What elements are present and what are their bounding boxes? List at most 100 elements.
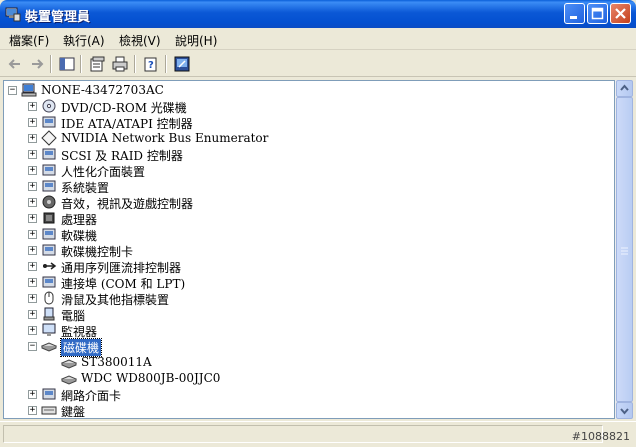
device-tree[interactable]: − NONE-43472703AC + DVD/CD-ROM 光碟機 + IDE AT… bbox=[3, 80, 615, 419]
ide-controller-icon bbox=[42, 116, 56, 128]
title-bar[interactable]: 裝置管理員 bbox=[0, 0, 636, 28]
menu-file[interactable]: 檔案(F) bbox=[9, 32, 49, 49]
tree-category[interactable]: + 音效，視訊及遊戲控制器 bbox=[4, 194, 604, 211]
tree-category[interactable]: + 人性化介面裝置 bbox=[4, 162, 604, 179]
tree-category[interactable]: + DVD/CD-ROM 光碟機 bbox=[4, 98, 604, 115]
tree-item-label: WDC WD800JB-00JJC0 bbox=[81, 371, 221, 385]
tree-root[interactable]: − NONE-43472703AC bbox=[4, 82, 604, 98]
scroll-up-icon bbox=[620, 84, 629, 91]
disk-icon bbox=[61, 359, 77, 369]
scsi-controller-icon bbox=[42, 148, 56, 160]
expand-toggle[interactable]: + bbox=[28, 166, 37, 175]
tree-root-label: NONE-43472703AC bbox=[41, 83, 164, 97]
floppy-drive-icon bbox=[42, 228, 56, 240]
tree-category[interactable]: + 鍵盤 bbox=[4, 402, 604, 418]
tree-category[interactable]: + 軟碟機控制卡 bbox=[4, 242, 604, 259]
tree-item-label: NVIDIA Network Bus Enumerator bbox=[61, 131, 269, 145]
scroll-up-button[interactable] bbox=[616, 80, 633, 97]
window-title: 裝置管理員 bbox=[25, 10, 91, 25]
toolbar-separator bbox=[134, 55, 136, 73]
mouse-icon bbox=[44, 291, 54, 305]
tree-category[interactable]: + 連接埠 (COM 和 LPT) bbox=[4, 274, 604, 291]
processor-icon bbox=[43, 212, 55, 224]
scan-hardware-icon[interactable] bbox=[173, 55, 191, 73]
toolbar-separator bbox=[50, 55, 52, 73]
scroll-down-icon bbox=[620, 408, 629, 415]
expand-toggle[interactable]: + bbox=[28, 198, 37, 207]
toolbar: ? bbox=[0, 51, 636, 77]
disk-icon bbox=[61, 375, 77, 385]
tree-child-item[interactable]: ST380011A bbox=[4, 354, 604, 370]
maximize-icon bbox=[591, 7, 604, 20]
port-icon bbox=[42, 276, 56, 288]
keyboard-icon bbox=[41, 406, 57, 415]
expand-toggle[interactable]: + bbox=[28, 134, 37, 143]
system-device-icon bbox=[42, 180, 56, 192]
tree-category[interactable]: + 監視器 bbox=[4, 322, 604, 339]
vertical-scrollbar[interactable] bbox=[615, 80, 633, 419]
show-hide-tree-icon[interactable] bbox=[58, 55, 76, 73]
back-arrow-icon[interactable] bbox=[6, 55, 24, 73]
monitor-icon bbox=[42, 323, 56, 336]
menu-view[interactable]: 檢視(V) bbox=[119, 32, 161, 49]
expand-toggle[interactable]: + bbox=[28, 182, 37, 191]
tree-category[interactable]: + NVIDIA Network Bus Enumerator bbox=[4, 130, 604, 146]
expand-toggle[interactable]: + bbox=[28, 246, 37, 255]
menu-help[interactable]: 說明(H) bbox=[175, 32, 217, 49]
device-manager-icon bbox=[5, 7, 21, 22]
properties-icon[interactable] bbox=[88, 55, 106, 73]
tree-category[interactable]: + IDE ATA/ATAPI 控制器 bbox=[4, 114, 604, 131]
expand-toggle[interactable]: + bbox=[28, 262, 37, 271]
hid-icon bbox=[42, 164, 56, 176]
tree-category[interactable]: + 網路介面卡 bbox=[4, 386, 604, 403]
menu-bar: 檔案(F) 執行(A) 檢視(V) 說明(H) bbox=[0, 28, 636, 50]
network-bus-icon bbox=[41, 130, 57, 146]
minimize-button[interactable] bbox=[564, 3, 585, 24]
tree-category[interactable]: − 磁碟機 bbox=[4, 338, 604, 357]
menu-action[interactable]: 執行(A) bbox=[63, 32, 105, 49]
tree-category[interactable]: + SCSI 及 RAID 控制器 bbox=[4, 146, 604, 163]
tree-child-item[interactable]: WDC WD800JB-00JJC0 bbox=[4, 370, 604, 386]
tree-category[interactable]: + 電腦 bbox=[4, 306, 604, 323]
computer-icon bbox=[43, 307, 55, 321]
disk-drive-icon bbox=[41, 342, 57, 352]
floppy-controller-icon bbox=[42, 244, 56, 256]
tree-category[interactable]: + 滑鼠及其他指標裝置 bbox=[4, 290, 604, 307]
expand-toggle[interactable]: + bbox=[28, 230, 37, 239]
status-cell bbox=[3, 425, 603, 443]
print-icon[interactable] bbox=[111, 55, 129, 73]
minimize-icon bbox=[570, 16, 577, 19]
network-adapter-icon bbox=[42, 388, 56, 400]
svg-text:?: ? bbox=[148, 60, 154, 71]
expand-toggle[interactable]: + bbox=[28, 214, 37, 223]
toolbar-separator bbox=[165, 55, 167, 73]
forward-arrow-icon[interactable] bbox=[28, 55, 46, 73]
expand-toggle[interactable]: + bbox=[28, 310, 37, 319]
collapse-toggle[interactable]: − bbox=[28, 342, 37, 351]
expand-toggle[interactable]: + bbox=[28, 406, 37, 415]
collapse-toggle[interactable]: − bbox=[8, 86, 17, 95]
scroll-down-button[interactable] bbox=[616, 402, 633, 419]
expand-toggle[interactable]: + bbox=[28, 294, 37, 303]
computer-icon bbox=[21, 83, 37, 97]
expand-toggle[interactable]: + bbox=[28, 102, 37, 111]
expand-toggle[interactable]: + bbox=[28, 326, 37, 335]
toolbar-separator bbox=[80, 55, 82, 73]
expand-toggle[interactable]: + bbox=[28, 150, 37, 159]
maximize-button[interactable] bbox=[587, 3, 608, 24]
close-icon bbox=[615, 8, 626, 19]
usb-controller-icon bbox=[43, 262, 57, 270]
close-button[interactable] bbox=[610, 3, 631, 24]
tree-category[interactable]: + 通用序列匯流排控制器 bbox=[4, 258, 604, 275]
expand-toggle[interactable]: + bbox=[28, 390, 37, 399]
tree-category[interactable]: + 處理器 bbox=[4, 210, 604, 227]
help-icon[interactable]: ? bbox=[142, 55, 160, 73]
expand-toggle[interactable]: + bbox=[28, 118, 37, 127]
tree-category[interactable]: + 軟碟機 bbox=[4, 226, 604, 243]
expand-toggle[interactable]: + bbox=[28, 278, 37, 287]
tree-category[interactable]: + 系統裝置 bbox=[4, 178, 604, 195]
scroll-thumb[interactable] bbox=[616, 97, 633, 402]
dvd-drive-icon bbox=[42, 99, 56, 113]
tree-item-label: 鍵盤 bbox=[61, 405, 86, 419]
audio-icon bbox=[42, 195, 56, 209]
